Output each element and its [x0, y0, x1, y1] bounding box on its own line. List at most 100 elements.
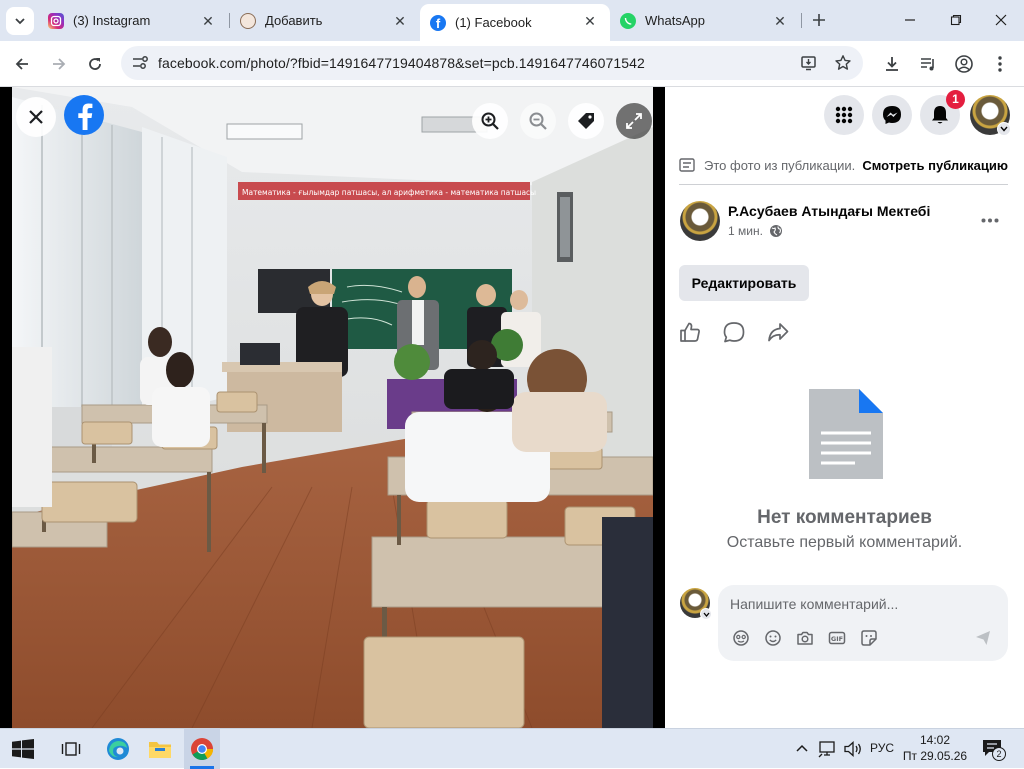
tab-add[interactable]: Добавить ✕ [230, 0, 420, 41]
sticker-button[interactable] [860, 629, 878, 647]
post-source-row: Это фото из публикации. Смотреть публика… [679, 155, 1008, 177]
reload-button[interactable] [79, 48, 111, 80]
download-icon [886, 57, 898, 71]
downloads-button[interactable] [876, 48, 908, 80]
svg-text:GIF: GIF [831, 635, 843, 643]
menu-grid-button[interactable] [824, 95, 864, 135]
expand-icon [626, 113, 642, 129]
tab-whatsapp[interactable]: WhatsApp ✕ [610, 0, 800, 41]
close-icon[interactable]: ✕ [200, 13, 216, 29]
like-icon [680, 322, 700, 342]
zoom-in-button[interactable] [472, 103, 508, 139]
site-info-icon[interactable] [131, 55, 149, 71]
url-text[interactable]: facebook.com/photo/?fbid=149164771940487… [158, 55, 645, 71]
gif-button[interactable]: GIF [828, 629, 846, 647]
like-button[interactable] [679, 321, 701, 343]
tab-instagram[interactable]: (3) Instagram ✕ [38, 0, 228, 41]
post-time[interactable]: 1 мин. [728, 224, 763, 238]
tag-photo-button[interactable] [568, 103, 604, 139]
whatsapp-icon [620, 12, 636, 29]
globe-icon [769, 225, 782, 237]
folder-icon [149, 742, 171, 758]
windows-icon [12, 739, 34, 759]
zoom-in-icon [481, 112, 499, 130]
no-comments-title: Нет комментариев [757, 507, 932, 528]
bookmark-star-icon[interactable] [834, 54, 852, 72]
back-button[interactable] [6, 48, 38, 80]
browser-toolbar: facebook.com/photo/?fbid=149164771940487… [0, 41, 1024, 87]
minimize-button[interactable] [898, 10, 922, 30]
comment-button[interactable] [723, 321, 745, 343]
close-icon[interactable]: ✕ [392, 13, 408, 29]
start-button[interactable] [12, 739, 34, 759]
comment-box[interactable]: Напишите комментарий... GIF [718, 585, 1008, 661]
install-app-icon[interactable] [800, 54, 818, 72]
playlist-icon [921, 58, 934, 71]
emoji-icon [765, 630, 781, 646]
comment-input[interactable]: Напишите комментарий... [730, 596, 898, 612]
close-icon[interactable]: ✕ [582, 13, 598, 29]
avatar-sticker-icon [733, 630, 749, 646]
profile-button[interactable] [948, 48, 980, 80]
chrome-taskbar-button[interactable] [184, 729, 220, 769]
fullscreen-button[interactable] [616, 103, 652, 139]
messenger-icon [883, 106, 901, 124]
profile-icon [955, 55, 973, 73]
share-button[interactable] [767, 321, 789, 343]
post-icon [679, 158, 695, 172]
post-options-button[interactable] [975, 205, 1005, 235]
close-icon [995, 14, 1007, 26]
close-photo-button[interactable] [16, 97, 56, 137]
volume-button[interactable] [843, 740, 863, 758]
minimize-icon [905, 19, 915, 21]
zoom-out-button[interactable] [520, 103, 556, 139]
view-post-link[interactable]: Смотреть публикацию [862, 158, 1008, 173]
no-comments-subtitle: Оставьте первый комментарий. [726, 534, 963, 551]
divider [679, 184, 1008, 185]
tab-title: (3) Instagram [73, 13, 151, 28]
notification-count: 1 [952, 92, 959, 106]
author-avatar[interactable] [680, 201, 720, 241]
restore-button[interactable] [944, 10, 968, 30]
chevron-up-icon [796, 744, 808, 752]
tag-icon [578, 113, 594, 129]
forward-button[interactable] [43, 48, 75, 80]
new-tab-button[interactable] [808, 9, 830, 31]
close-icon [29, 110, 43, 124]
send-comment-button[interactable] [974, 629, 992, 647]
edge-taskbar-button[interactable] [104, 735, 132, 763]
clock[interactable]: 14:02 Пт 29.05.26 [900, 732, 970, 766]
task-view-button[interactable] [60, 738, 82, 760]
tab-title: WhatsApp [645, 13, 705, 28]
account-menu-button[interactable] [970, 95, 1011, 136]
edit-button-label: Редактировать [691, 275, 797, 291]
edit-button[interactable]: Редактировать [679, 265, 809, 301]
menu-button[interactable] [984, 48, 1016, 80]
volume-icon [844, 741, 861, 757]
photo-button[interactable] [796, 629, 814, 647]
avatar-sticker-button[interactable] [732, 629, 750, 647]
input-language[interactable]: РУС [870, 741, 894, 755]
camera-icon [797, 631, 813, 645]
close-icon[interactable]: ✕ [772, 13, 788, 29]
plus-icon [813, 14, 825, 26]
explorer-taskbar-button[interactable] [146, 736, 174, 762]
media-controls-button[interactable] [912, 48, 944, 80]
grid-menu-icon [835, 106, 853, 124]
commenter-avatar[interactable] [680, 588, 712, 620]
photo-viewer: Математика - ғылымдар патшасы, ал арифме… [0, 87, 665, 728]
emoji-button[interactable] [764, 629, 782, 647]
network-button[interactable] [818, 740, 838, 758]
tab-facebook[interactable]: f (1) Facebook ✕ [420, 4, 610, 41]
address-bar[interactable]: facebook.com/photo/?fbid=149164771940487… [121, 46, 863, 80]
facebook-logo[interactable] [64, 95, 104, 135]
windows-taskbar: РУС 14:02 Пт 29.05.26 2 [0, 728, 1024, 769]
author-name[interactable]: Р.Асубаев Атындағы Мектебі [728, 203, 930, 219]
post-source-text: Это фото из публикации. [704, 158, 856, 173]
show-hidden-icons-button[interactable] [794, 741, 810, 757]
messenger-button[interactable] [872, 95, 912, 135]
tab-search-button[interactable] [6, 7, 34, 35]
close-window-button[interactable] [989, 10, 1013, 30]
notification-center-button[interactable]: 2 [982, 739, 1006, 761]
classroom-photo[interactable]: Математика - ғылымдар патшасы, ал арифме… [12, 87, 653, 728]
